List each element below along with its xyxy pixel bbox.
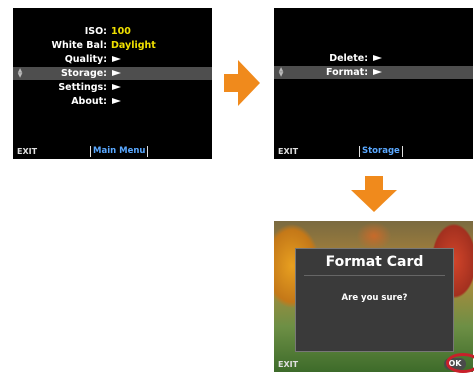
bottom-bar: EXIT Main Menu	[13, 145, 212, 159]
menu-row-delete[interactable]: Delete:	[274, 52, 473, 65]
menu-row-storage[interactable]: ▲ ▼ Storage:	[13, 67, 212, 80]
menu-row-iso[interactable]: ISO: 100	[13, 25, 212, 38]
triangle-right-icon	[112, 84, 121, 90]
ok-highlight-ring	[446, 353, 474, 373]
exit-button[interactable]: EXIT	[278, 360, 298, 369]
dialog-title: Format Card	[325, 254, 424, 270]
exit-button[interactable]: EXIT	[17, 147, 37, 156]
scroll-updown-icon: ▲ ▼	[278, 66, 284, 78]
format-card-dialog: Format Card Are you sure?	[295, 248, 454, 352]
menu-row-label: White Bal:	[51, 40, 108, 51]
triangle-right-icon	[373, 69, 382, 75]
format-dialog-screen: Format Card Are you sure? EXIT OK	[274, 221, 473, 372]
menu-row-format[interactable]: ▲ ▼ Format:	[274, 66, 473, 79]
triangle-right-icon	[373, 55, 382, 61]
storage-screen: Delete: ▲ ▼ Format: EXIT Storage	[274, 8, 473, 159]
dialog-message: Are you sure?	[341, 293, 408, 303]
bottom-bar: EXIT Storage	[274, 145, 473, 159]
menu-row-label: ISO:	[84, 26, 107, 37]
menu-row-label: Quality:	[64, 54, 107, 65]
triangle-right-icon	[112, 70, 121, 76]
arrow-right-icon	[224, 60, 260, 106]
menu-row-label: Settings:	[58, 82, 107, 93]
triangle-right-icon	[112, 98, 121, 104]
arrow-down-icon	[351, 176, 397, 212]
exit-button[interactable]: EXIT	[278, 147, 298, 156]
menu-row-label: About:	[71, 96, 107, 107]
triangle-right-icon	[112, 56, 121, 62]
menu-row-value: Daylight	[111, 40, 156, 51]
menu-row-label: Delete:	[329, 53, 368, 64]
menu-row-label: Storage:	[60, 68, 107, 79]
scroll-updown-icon: ▲ ▼	[17, 67, 23, 79]
menu-row-about[interactable]: About:	[13, 95, 212, 108]
screen-title: Main Menu	[90, 146, 149, 157]
menu-row-value: 100	[111, 26, 131, 37]
main-menu-screen: ISO: 100 White Bal: Daylight Quality: ▲ ▼…	[13, 8, 212, 159]
menu-row-white-balance[interactable]: White Bal: Daylight	[13, 39, 212, 52]
screen-title: Storage	[359, 146, 403, 157]
menu-row-settings[interactable]: Settings:	[13, 81, 212, 94]
menu-row-label: Format:	[326, 67, 368, 78]
bottom-bar: EXIT OK	[274, 358, 473, 372]
dialog-divider	[304, 275, 445, 276]
menu-row-quality[interactable]: Quality:	[13, 53, 212, 66]
